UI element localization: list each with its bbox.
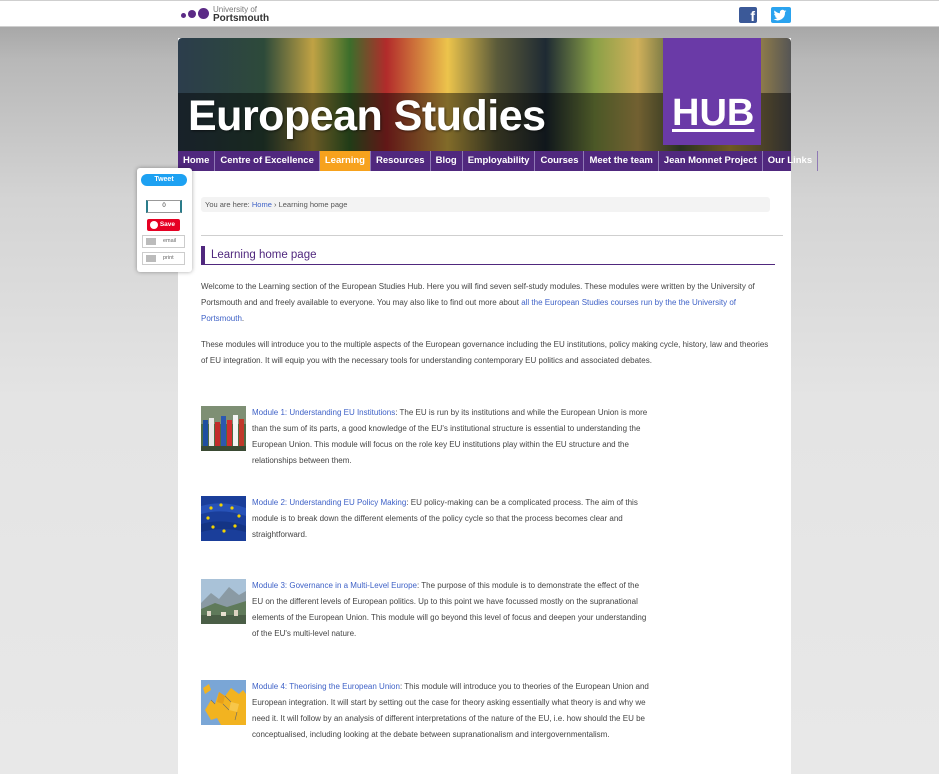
site-banner: HUB European Studies bbox=[178, 38, 791, 151]
nav-item-our-links[interactable]: Our Links bbox=[763, 151, 819, 171]
nav-item-jean-monnet-project[interactable]: Jean Monnet Project bbox=[659, 151, 763, 171]
map-thumbnail[interactable] bbox=[201, 680, 246, 725]
divider bbox=[201, 235, 783, 236]
printer-icon bbox=[146, 255, 156, 262]
module-2-description: Module 2: Understanding EU Policy Making… bbox=[252, 498, 638, 539]
print-button[interactable]: print bbox=[142, 252, 185, 265]
landscape-thumbnail[interactable] bbox=[201, 579, 246, 624]
tweet-button[interactable]: Tweet bbox=[141, 174, 187, 186]
nav-item-courses[interactable]: Courses bbox=[535, 151, 585, 171]
nav-item-learning[interactable]: Learning bbox=[319, 151, 371, 171]
share-count: 0 bbox=[146, 200, 182, 213]
module-1-description: Module 1: Understanding EU Institutions:… bbox=[252, 408, 648, 465]
module-4-link[interactable]: Module 4: Theorising the European Union bbox=[252, 682, 400, 691]
pinterest-icon bbox=[150, 221, 158, 229]
top-bar: University of Portsmouth f bbox=[0, 0, 939, 27]
twitter-icon[interactable] bbox=[771, 7, 791, 23]
logo-text-big: Portsmouth bbox=[213, 13, 270, 24]
flags-thumbnail[interactable] bbox=[201, 406, 246, 451]
site-title[interactable]: European Studies bbox=[188, 92, 546, 141]
main-nav: Home Centre of Excellence Learning Resou… bbox=[178, 151, 819, 171]
facebook-icon[interactable]: f bbox=[739, 7, 757, 24]
module-3-link[interactable]: Module 3: Governance in a Multi-Level Eu… bbox=[252, 581, 417, 590]
nav-item-blog[interactable]: Blog bbox=[431, 151, 463, 171]
intro-paragraph-1: Welcome to the Learning section of the E… bbox=[201, 282, 755, 323]
breadcrumb: You are here: Home › Learning home page bbox=[201, 197, 770, 212]
module-3-description: Module 3: Governance in a Multi-Level Eu… bbox=[252, 581, 647, 638]
breadcrumb-home-link[interactable]: Home bbox=[252, 200, 272, 209]
nav-item-resources[interactable]: Resources bbox=[371, 151, 431, 171]
module-1-link[interactable]: Module 1: Understanding EU Institutions bbox=[252, 408, 395, 417]
eu-flag-thumbnail[interactable] bbox=[201, 496, 246, 541]
module-4-description: Module 4: Theorising the European Union:… bbox=[252, 682, 649, 739]
nav-item-employability[interactable]: Employability bbox=[463, 151, 536, 171]
pinterest-save-button[interactable]: Save bbox=[147, 219, 180, 231]
breadcrumb-current: Learning home page bbox=[278, 200, 348, 209]
email-icon bbox=[146, 238, 156, 245]
page-title: Learning home page bbox=[201, 246, 775, 265]
logo-mark-icon bbox=[181, 8, 209, 22]
email-share-button[interactable]: email bbox=[142, 235, 185, 248]
hub-label: HUB bbox=[672, 92, 755, 134]
nav-item-centre-of-excellence[interactable]: Centre of Excellence bbox=[215, 151, 320, 171]
share-widget: Tweet 0 Save email print bbox=[137, 168, 192, 272]
nav-item-meet-the-team[interactable]: Meet the team bbox=[584, 151, 659, 171]
hub-badge[interactable]: HUB bbox=[663, 38, 761, 145]
module-2-link[interactable]: Module 2: Understanding EU Policy Making bbox=[252, 498, 406, 507]
intro-paragraph-2: These modules will introduce you to the … bbox=[201, 340, 769, 365]
